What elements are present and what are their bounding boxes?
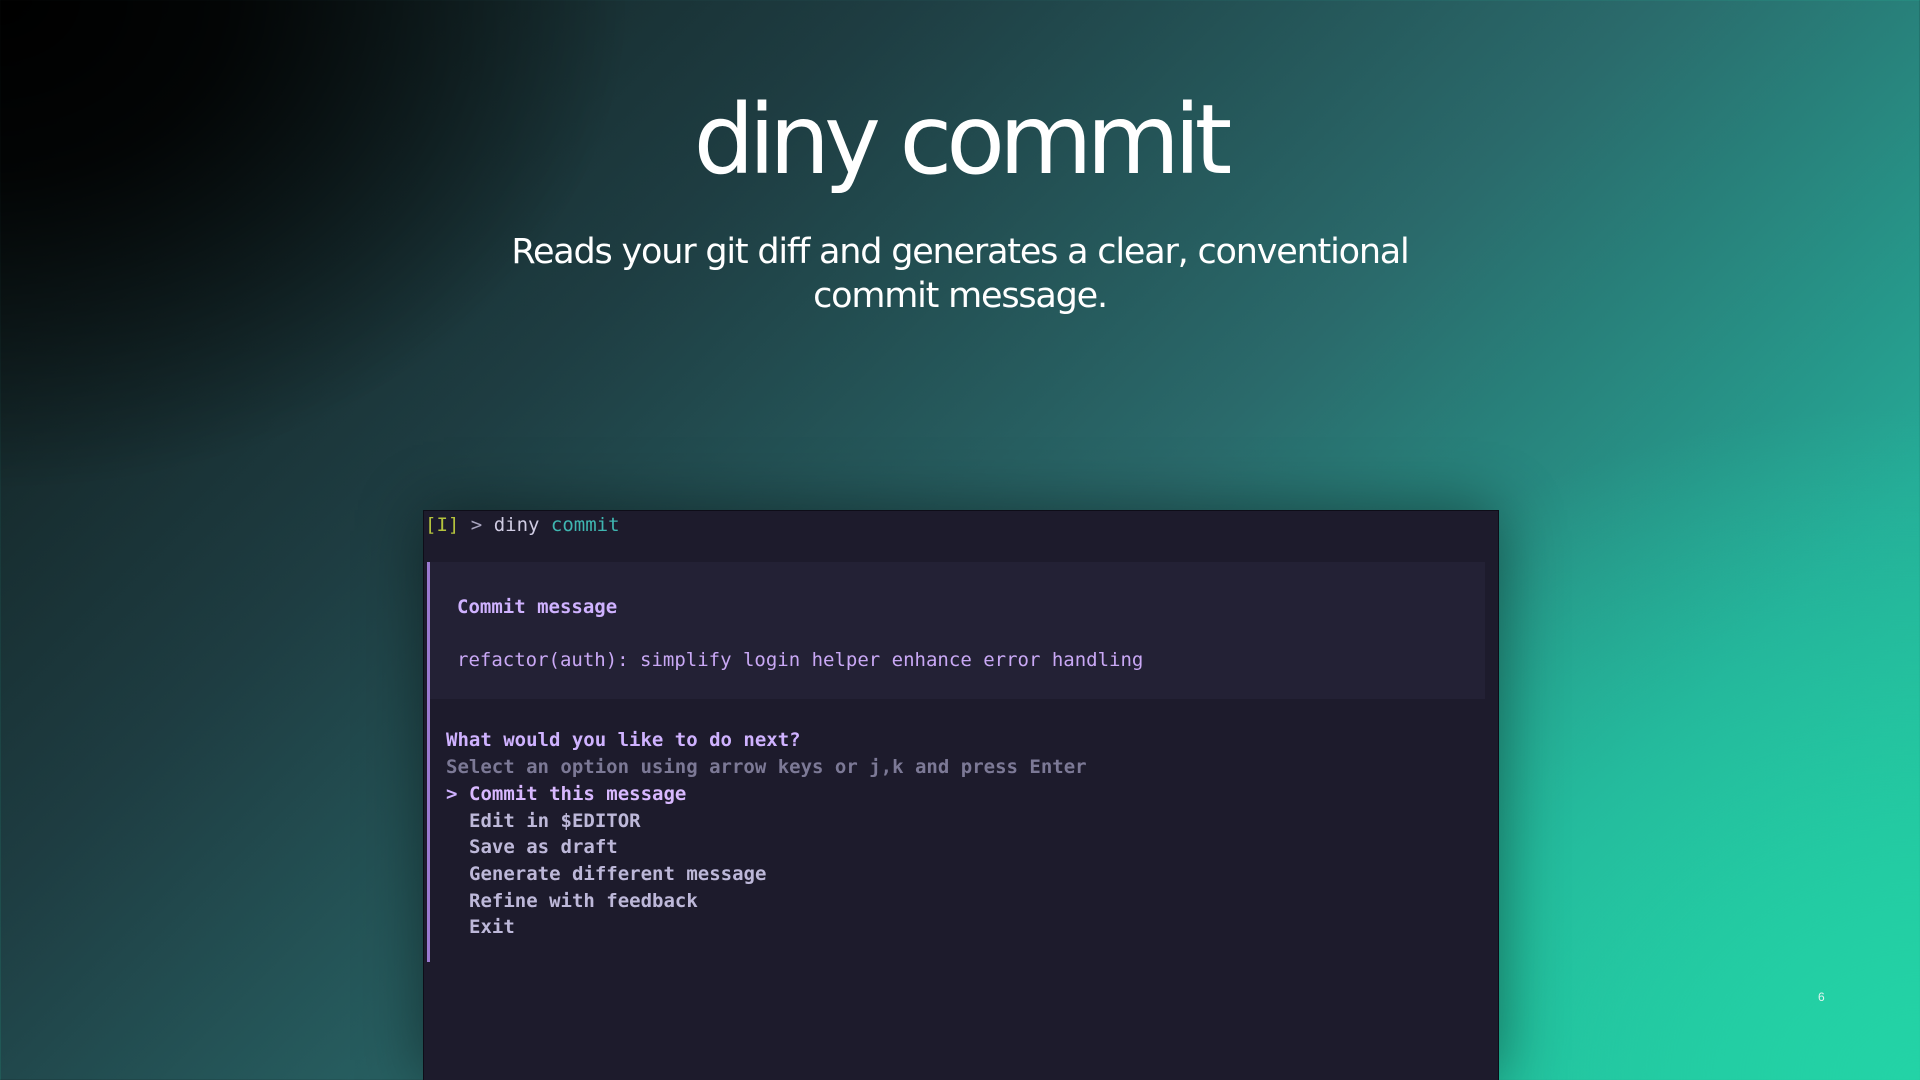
menu-option-label: Exit <box>469 916 515 939</box>
prompt-command: diny <box>493 514 540 536</box>
menu-option-label: Edit in $EDITOR <box>469 809 641 832</box>
menu-option-refine[interactable]: Refine with feedback <box>446 888 766 915</box>
prompt-mode-indicator: [I] <box>425 514 460 536</box>
commit-message-label: Commit message <box>457 596 618 618</box>
commit-message-panel <box>430 562 1485 699</box>
menu-question: What would you like to do next? <box>446 729 801 751</box>
hero-subtitle: Reads your git diff and generates a clea… <box>511 232 1409 316</box>
selection-cursor: > <box>446 783 458 805</box>
hero-title: diny commit <box>693 84 1233 196</box>
action-menu: > Commit this message Edit in $EDITOR Sav… <box>446 781 766 941</box>
menu-option-edit[interactable]: Edit in $EDITOR <box>446 808 766 835</box>
slide-number: 6 <box>1818 990 1825 1004</box>
commit-message-text: refactor(auth): simplify login helper en… <box>457 649 1144 671</box>
panel-left-rail <box>427 562 430 962</box>
menu-option-label: Save as draft <box>469 836 618 859</box>
menu-option-save-draft[interactable]: Save as draft <box>446 834 766 861</box>
menu-option-label: Generate different message <box>469 863 767 886</box>
menu-option-exit[interactable]: Exit <box>446 914 766 941</box>
prompt-argument: commit <box>550 514 620 536</box>
prompt-symbol: > <box>470 514 483 536</box>
menu-option-label: Commit this message <box>469 783 687 805</box>
shell-prompt: [I] > diny commit <box>425 511 620 539</box>
menu-hint: Select an option using arrow keys or j,k… <box>446 756 1087 778</box>
terminal-window[interactable]: [I] > diny commit Commit message refacto… <box>423 510 1499 1080</box>
menu-option-generate[interactable]: Generate different message <box>446 861 766 888</box>
menu-option-label: Refine with feedback <box>469 889 698 912</box>
menu-option-commit[interactable]: > Commit this message <box>446 781 766 808</box>
